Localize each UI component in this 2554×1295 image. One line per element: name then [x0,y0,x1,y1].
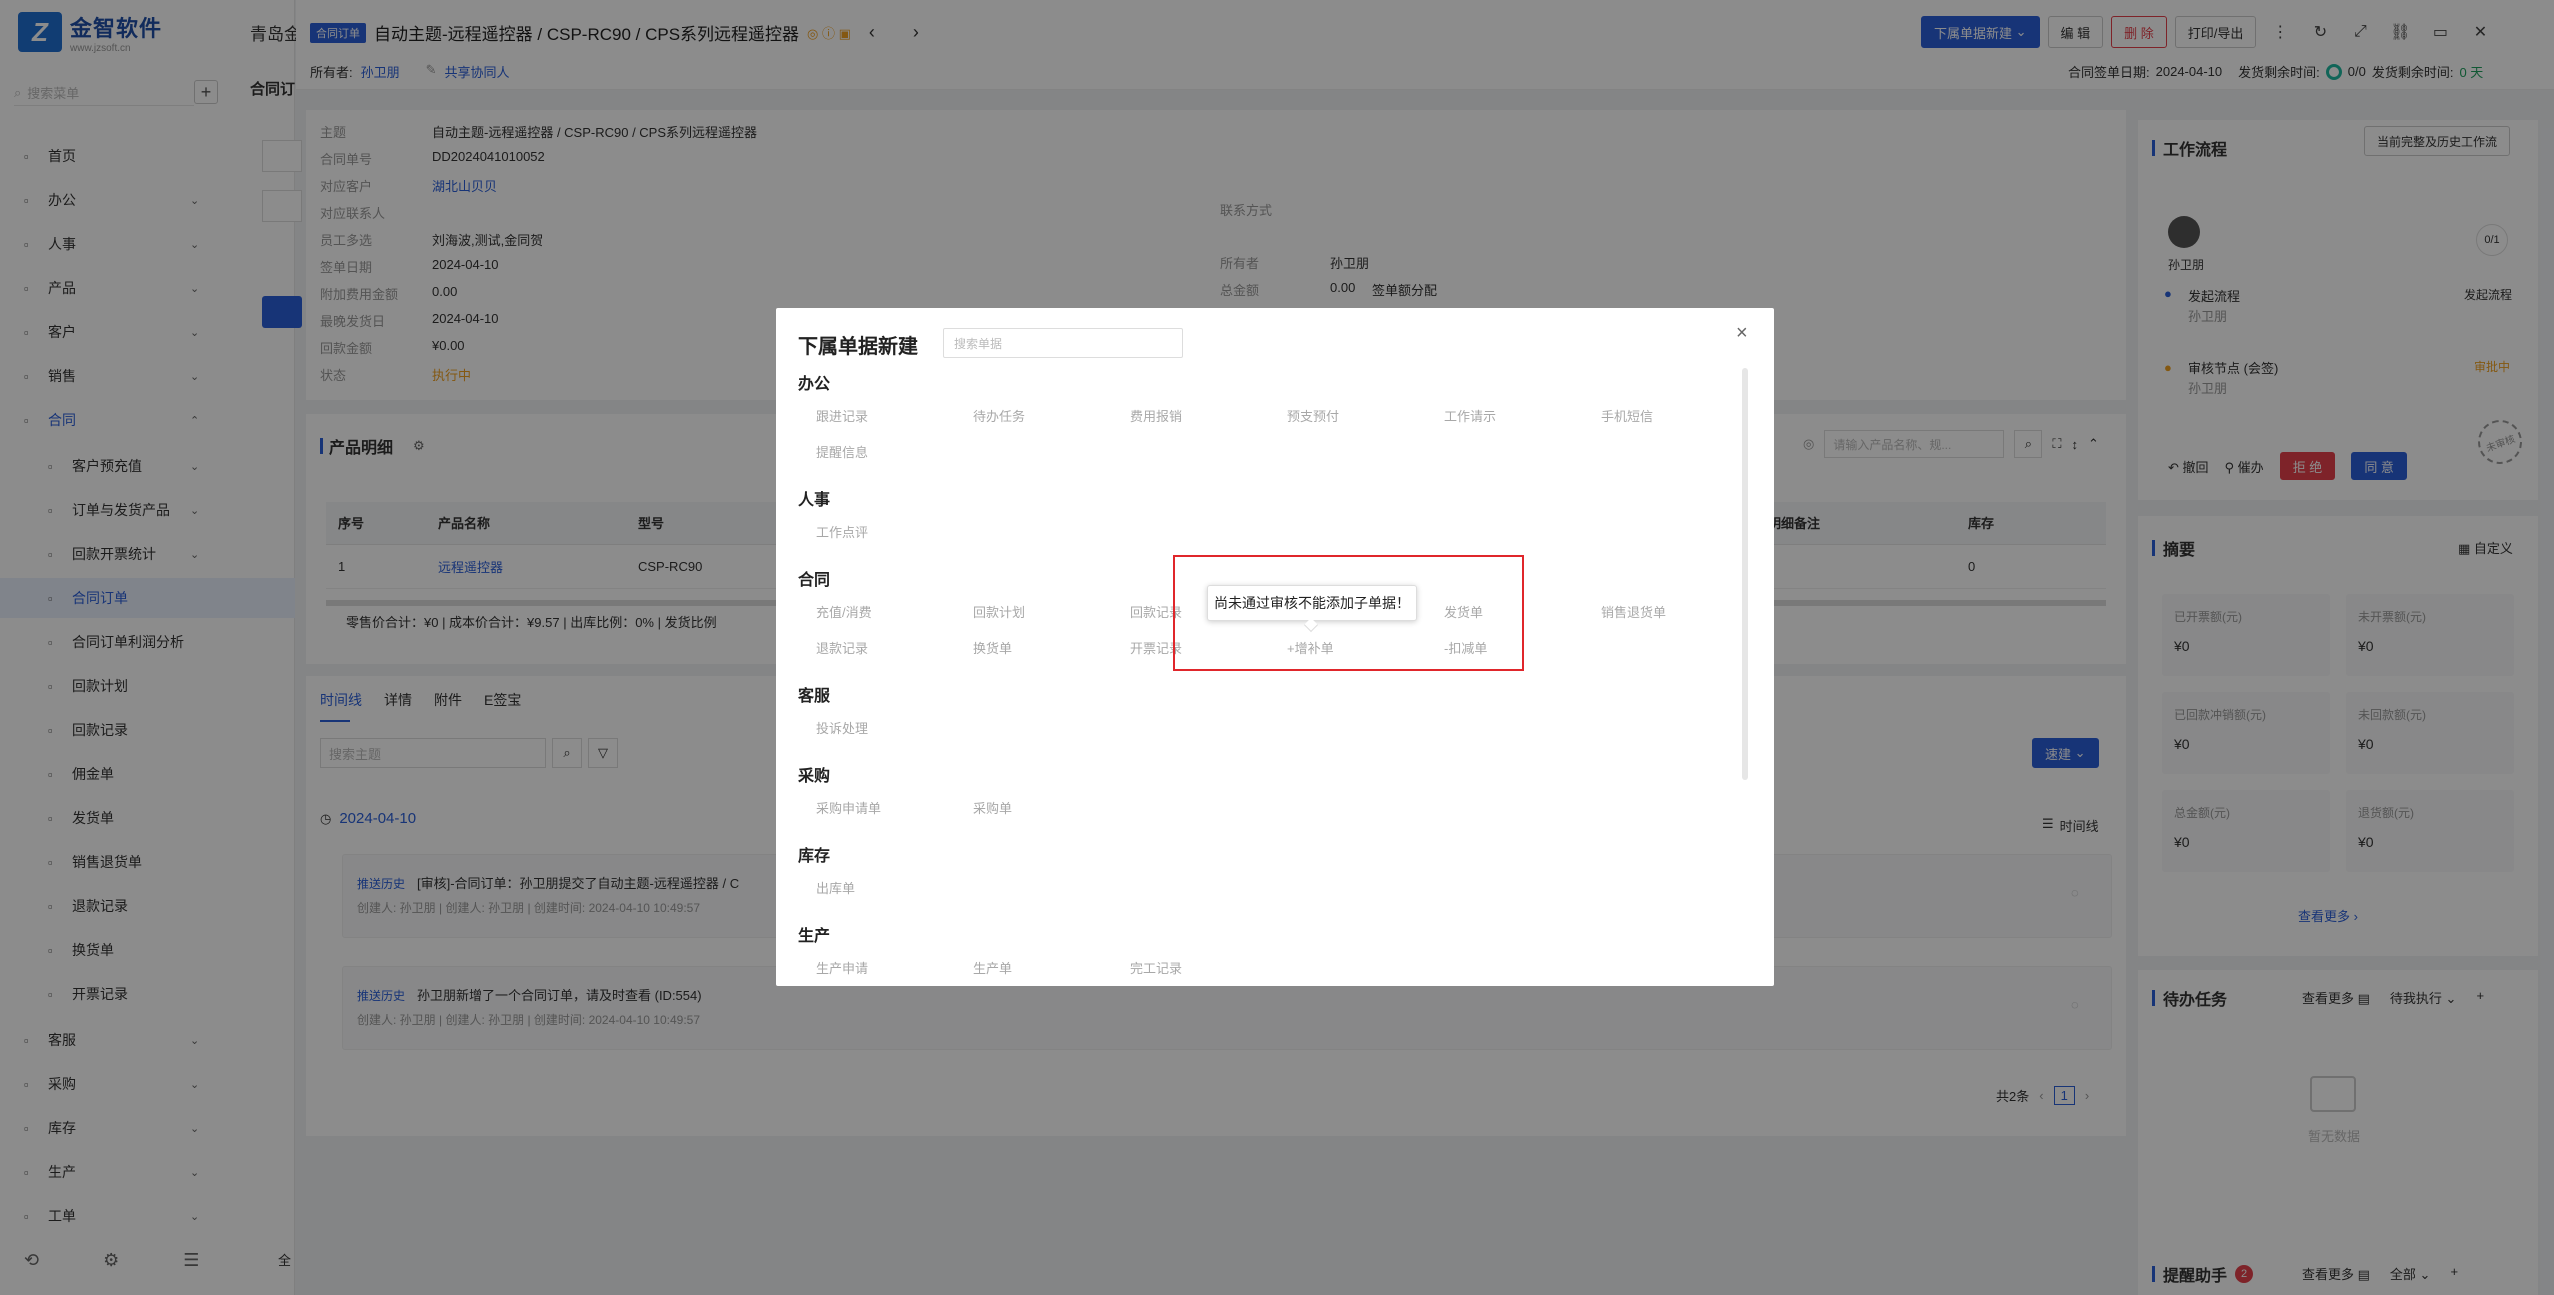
record-type-option[interactable]: 生产单 [973,958,1012,977]
close-icon[interactable]: × [1736,322,1748,345]
record-type-option[interactable]: 手机短信 [1601,406,1653,425]
category-title: 合同 [798,572,831,589]
record-type-option[interactable]: 工作点评 [816,522,868,541]
record-type-option[interactable]: 预支预付 [1287,406,1339,425]
category-title: 库存 [798,848,831,865]
category-title: 采购 [798,768,831,785]
dialog-title: 下属单据新建 [798,336,918,358]
record-type-option[interactable]: 换货单 [973,638,1012,657]
record-type-option[interactable]: 生产申请 [816,958,868,977]
record-type-option[interactable]: 采购单 [973,798,1012,817]
record-type-option[interactable]: 回款计划 [973,602,1025,621]
record-type-option[interactable]: 投诉处理 [816,718,868,737]
record-type-option[interactable]: 出库单 [816,878,855,897]
category-title: 人事 [798,492,831,509]
record-type-option[interactable]: 费用报销 [1130,406,1182,425]
record-type-option[interactable]: 销售退货单 [1601,602,1666,621]
category-title: 生产 [798,928,831,945]
category-title: 客服 [798,688,831,705]
dialog-scrollbar[interactable] [1742,368,1748,780]
record-type-option[interactable]: 充值/消费 [816,602,872,621]
record-type-option[interactable]: 工作请示 [1444,406,1496,425]
record-type-option[interactable]: 待办任务 [973,406,1025,425]
category-title: 办公 [798,376,831,393]
record-type-option[interactable]: 退款记录 [816,638,868,657]
record-type-option[interactable]: 提醒信息 [816,442,868,461]
record-type-option[interactable]: 采购申请单 [816,798,881,817]
dialog-search-input[interactable]: 搜索单据 [943,328,1183,358]
disabled-tooltip: 尚未通过审核不能添加子单据！ [1207,585,1417,621]
record-type-option[interactable]: 完工记录 [1130,958,1182,977]
record-type-option[interactable]: 跟进记录 [816,406,868,425]
